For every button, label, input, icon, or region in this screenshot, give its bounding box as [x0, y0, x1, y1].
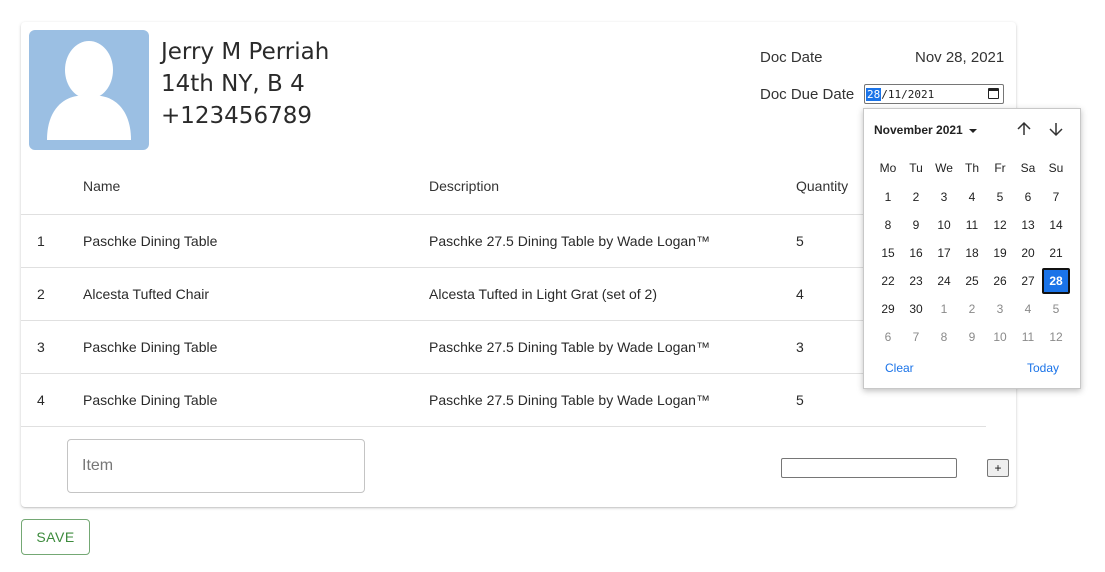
date-picker-popup: November 2021 Mo Tu We Th Fr Sa Su 1 2 3 4 5 6 7 8 9 10… [863, 108, 1081, 389]
calendar-day-other-month[interactable]: 1 [930, 296, 958, 322]
calendar-day[interactable]: 13 [1014, 212, 1042, 238]
weekday-label: Mo [879, 161, 897, 175]
calendar-day-other-month[interactable]: 7 [902, 324, 930, 350]
row-quantity: 5 [796, 392, 804, 408]
doc-date-label: Doc Date [760, 49, 823, 66]
row-quantity: 3 [796, 339, 804, 355]
calendar-day[interactable]: 20 [1014, 240, 1042, 266]
doc-due-date-label: Doc Due Date [760, 86, 855, 103]
row-name: Alcesta Tufted Chair [83, 286, 210, 302]
customer-address: 14th NY, B 4 [161, 71, 305, 97]
row-name: Paschke Dining Table [83, 339, 218, 355]
calendar-day[interactable]: 14 [1042, 212, 1070, 238]
calendar-day-other-month[interactable]: 9 [958, 324, 986, 350]
due-date-rest-segment[interactable]: /11/2021 [881, 88, 934, 101]
customer-phone: +123456789 [161, 103, 312, 129]
row-name: Paschke Dining Table [83, 233, 218, 249]
next-month-arrow-down-icon[interactable] [1046, 119, 1066, 139]
calendar-day[interactable]: 2 [902, 184, 930, 210]
row-index: 1 [37, 233, 45, 249]
row-name: Paschke Dining Table [83, 392, 218, 408]
calendar-day[interactable]: 6 [1014, 184, 1042, 210]
calendar-day[interactable]: 24 [930, 268, 958, 294]
month-label[interactable]: November 2021 [874, 123, 963, 137]
header-name: Name [83, 177, 121, 194]
weekday-label: Su [1048, 161, 1064, 175]
calendar-day[interactable]: 9 [902, 212, 930, 238]
calendar-day[interactable]: 19 [986, 240, 1014, 266]
calendar-day[interactable]: 29 [874, 296, 902, 322]
calendar-day[interactable]: 28 [1042, 268, 1070, 294]
avatar-icon [29, 30, 149, 150]
calendar-day[interactable]: 17 [930, 240, 958, 266]
row-description: Paschke 27.5 Dining Table by Wade Logan™ [429, 233, 710, 249]
calendar-day[interactable]: 22 [874, 268, 902, 294]
row-quantity: 4 [796, 286, 804, 302]
due-date-day-segment[interactable]: 28 [866, 87, 882, 101]
weekday-label: Sa [1020, 161, 1036, 175]
calendar-day[interactable]: 11 [958, 212, 986, 238]
calendar-day[interactable]: 26 [986, 268, 1014, 294]
calendar-day-other-month[interactable]: 10 [986, 324, 1014, 350]
calendar-day[interactable]: 5 [986, 184, 1014, 210]
customer-info: Jerry M Perriah 14th NY, B 4 +123456789 [161, 36, 329, 132]
calendar-day[interactable]: 10 [930, 212, 958, 238]
calendar-day[interactable]: 30 [902, 296, 930, 322]
item-input[interactable]: Item [67, 439, 365, 493]
calendar-day-other-month[interactable]: 4 [1014, 296, 1042, 322]
row-description: Paschke 27.5 Dining Table by Wade Logan™ [429, 392, 710, 408]
calendar-day-other-month[interactable]: 8 [930, 324, 958, 350]
table-row: 4 Paschke Dining Table Paschke 27.5 Dini… [21, 374, 986, 427]
header-quantity: Quantity [796, 177, 849, 194]
calendar-day[interactable]: 18 [958, 240, 986, 266]
calendar-day-other-month[interactable]: 5 [1042, 296, 1070, 322]
clear-button[interactable]: Clear [885, 361, 914, 375]
calendar-day-other-month[interactable]: 3 [986, 296, 1014, 322]
calendar-day[interactable]: 27 [1014, 268, 1042, 294]
calendar-day[interactable]: 12 [986, 212, 1014, 238]
calendar-day-other-month[interactable]: 11 [1014, 324, 1042, 350]
quantity-input[interactable] [781, 458, 957, 478]
calendar-day[interactable]: 7 [1042, 184, 1070, 210]
weekday-label: Th [964, 161, 979, 175]
calendar-day-other-month[interactable]: 12 [1042, 324, 1070, 350]
weekday-label: Tu [909, 161, 923, 175]
row-description: Paschke 27.5 Dining Table by Wade Logan™ [429, 339, 710, 355]
month-selector[interactable]: November 2021 [874, 123, 978, 137]
calendar-day-other-month[interactable]: 2 [958, 296, 986, 322]
row-description: Alcesta Tufted in Light Grat (set of 2) [429, 286, 657, 302]
calendar-day[interactable]: 15 [874, 240, 902, 266]
row-index: 4 [37, 392, 45, 408]
calendar-day[interactable]: 8 [874, 212, 902, 238]
header-description: Description [429, 177, 500, 194]
due-date-input[interactable]: 28/11/2021 [864, 84, 1004, 104]
caret-down-icon[interactable] [969, 128, 978, 133]
calendar-day[interactable]: 21 [1042, 240, 1070, 266]
add-item-button[interactable]: + [987, 459, 1009, 477]
previous-month-arrow-up-icon[interactable] [1014, 119, 1034, 139]
calendar-day[interactable]: 25 [958, 268, 986, 294]
weekday-label: We [935, 161, 953, 175]
calendar-day[interactable]: 23 [902, 268, 930, 294]
calendar-day[interactable]: 3 [930, 184, 958, 210]
calendar-day[interactable]: 1 [874, 184, 902, 210]
calendar-day[interactable]: 16 [902, 240, 930, 266]
calendar-day-other-month[interactable]: 6 [874, 324, 902, 350]
customer-name: Jerry M Perriah [161, 39, 330, 65]
row-quantity: 5 [796, 233, 804, 249]
calendar-icon[interactable] [988, 88, 999, 99]
row-index: 3 [37, 339, 45, 355]
calendar-day[interactable]: 4 [958, 184, 986, 210]
save-button[interactable]: SAVE [21, 519, 90, 555]
doc-date-value: Nov 28, 2021 [915, 49, 1005, 66]
today-button[interactable]: Today [1027, 361, 1059, 375]
weekday-label: Fr [994, 161, 1006, 175]
row-index: 2 [37, 286, 45, 302]
